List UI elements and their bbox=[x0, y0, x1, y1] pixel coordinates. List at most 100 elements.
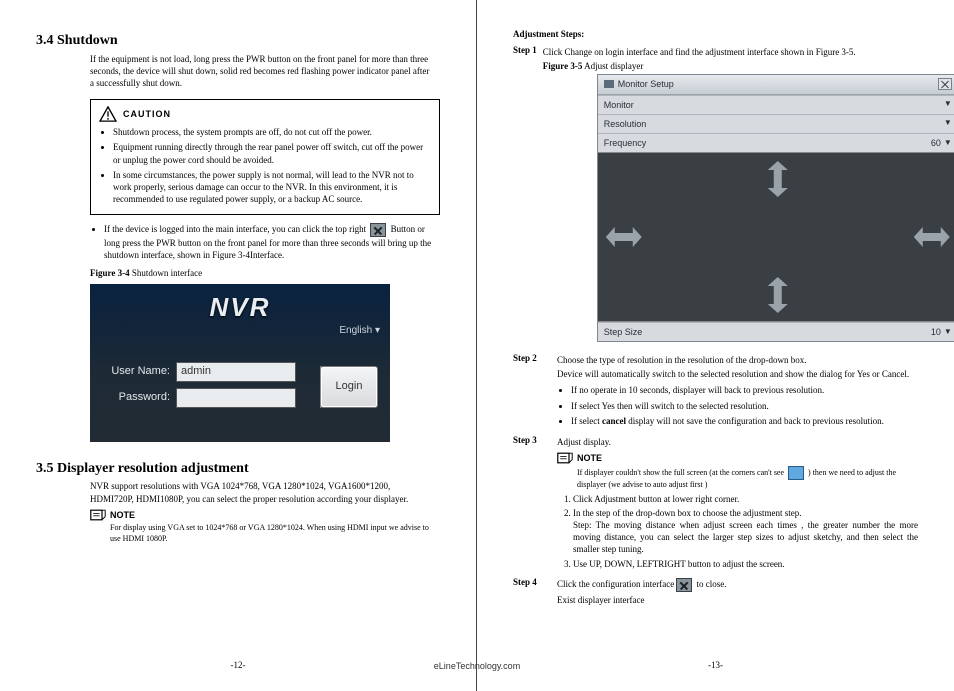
page-number: -12- bbox=[231, 659, 246, 671]
text: Exist displayer interface bbox=[557, 594, 918, 606]
chevron-down-icon: ▼ bbox=[944, 118, 952, 129]
after-caution-item: If the device is logged into the main in… bbox=[104, 223, 440, 261]
text: If the device is logged into the main in… bbox=[104, 224, 366, 234]
nvr-logo: NVR bbox=[90, 290, 390, 325]
step-size-dropdown[interactable]: Step Size 10▼ bbox=[598, 322, 954, 341]
list-item: Use UP, DOWN, LEFTRIGHT button to adjust… bbox=[573, 558, 918, 570]
value: ▼ bbox=[944, 99, 952, 110]
text: to close. bbox=[694, 579, 726, 589]
step2-list: If no operate in 10 seconds, displayer w… bbox=[571, 384, 918, 426]
language-dropdown[interactable]: English bbox=[339, 324, 380, 338]
note-text: For display using VGA set to 1024*768 or… bbox=[110, 523, 434, 545]
figure-title: Adjust displayer bbox=[582, 61, 643, 71]
figure-3-5-caption: Figure 3-5 Adjust displayer bbox=[543, 60, 954, 72]
freq-value: 60 bbox=[931, 137, 941, 149]
figure-3-4-caption: Figure 3-4 Shutdown interface bbox=[90, 267, 440, 279]
list-item: If select Yes then will switch to the se… bbox=[571, 400, 918, 412]
note-header: NOTE bbox=[557, 452, 918, 464]
caution-box: CAUTION Shutdown process, the system pro… bbox=[90, 99, 440, 215]
after-caution: If the device is logged into the main in… bbox=[90, 223, 440, 261]
monitor-icon bbox=[788, 466, 804, 480]
page-number: -13- bbox=[708, 659, 723, 671]
chevron-down-icon: ▼ bbox=[944, 99, 952, 110]
list-item: If no operate in 10 seconds, displayer w… bbox=[571, 384, 918, 396]
note-icon bbox=[557, 452, 573, 464]
note-icon bbox=[90, 509, 106, 521]
value: ▼ bbox=[944, 118, 952, 129]
nvr-login-screenshot: NVR English User Name: admin Password: L… bbox=[90, 284, 390, 442]
label: Monitor bbox=[604, 99, 634, 111]
list-item: If select cancel display will not save t… bbox=[571, 415, 918, 427]
chevron-down-icon: ▼ bbox=[944, 327, 952, 338]
arrow-up-down-icon[interactable] bbox=[768, 277, 788, 313]
caution-icon bbox=[99, 106, 117, 122]
value: 60▼ bbox=[931, 137, 952, 149]
shutdown-body: If the equipment is not load, long press… bbox=[90, 53, 434, 89]
note-header: NOTE bbox=[90, 509, 434, 521]
text: Click Change on login interface and find… bbox=[543, 46, 954, 58]
username-row: User Name: admin bbox=[104, 362, 296, 382]
password-label: Password: bbox=[104, 390, 170, 405]
monitor-setup-screenshot: Monitor Setup Monitor ▼ Resolution ▼ bbox=[597, 74, 954, 342]
text: Choose the type of resolution in the res… bbox=[557, 354, 918, 366]
text: Device will automatically switch to the … bbox=[557, 368, 918, 380]
monitor-setup-titlebar: Monitor Setup bbox=[598, 75, 954, 94]
list-item: In the step of the drop-down box to choo… bbox=[573, 507, 918, 556]
monitor-dropdown[interactable]: Monitor ▼ bbox=[598, 95, 954, 114]
caution-item: In some circumstances, the power supply … bbox=[113, 169, 431, 205]
text: Click the configuration interface bbox=[557, 579, 674, 589]
login-button[interactable]: Login bbox=[320, 366, 378, 408]
value: 10▼ bbox=[931, 326, 952, 338]
heading-shutdown: 3.4 Shutdown bbox=[36, 32, 440, 51]
caution-label: CAUTION bbox=[123, 108, 171, 120]
shutdown-paragraph: If the equipment is not load, long press… bbox=[90, 53, 434, 89]
close-icon[interactable] bbox=[938, 78, 952, 90]
monitor-icon bbox=[604, 80, 614, 88]
label: Step Size bbox=[604, 326, 643, 338]
caution-header: CAUTION bbox=[99, 106, 431, 122]
arrow-left-right-icon[interactable] bbox=[606, 227, 642, 247]
title-text: Monitor Setup bbox=[618, 78, 674, 90]
frequency-dropdown[interactable]: Frequency 60▼ bbox=[598, 133, 954, 152]
close-icon bbox=[370, 223, 386, 237]
arrow-up-down-icon[interactable] bbox=[768, 161, 788, 197]
step-label: Step 2 bbox=[513, 352, 551, 430]
figure-label: Figure 3-5 bbox=[543, 61, 583, 71]
password-row: Password: bbox=[104, 388, 296, 408]
close-icon bbox=[676, 578, 692, 592]
step-content: Adjust display. NOTE If displayer couldn… bbox=[557, 434, 918, 572]
note-label: NOTE bbox=[110, 509, 135, 521]
text: Step: The moving distance when adjust sc… bbox=[573, 519, 918, 555]
password-input[interactable] bbox=[176, 388, 296, 408]
adjust-canvas bbox=[598, 152, 954, 322]
username-input[interactable]: admin bbox=[176, 362, 296, 382]
step-label: Step 1 bbox=[513, 44, 537, 342]
list-item: Click Adjustment button at lower right c… bbox=[573, 493, 918, 505]
note-text: If displayer couldn't show the full scre… bbox=[577, 466, 918, 491]
step-content: Click the configuration interface to clo… bbox=[557, 576, 918, 608]
step-2: Step 2 Choose the type of resolution in … bbox=[513, 352, 918, 430]
after-caution-list: If the device is logged into the main in… bbox=[104, 223, 440, 261]
heading-displayer: 3.5 Displayer resolution adjustment bbox=[36, 460, 440, 479]
caution-item: Shutdown process, the system prompts are… bbox=[113, 126, 431, 138]
step-4: Step 4 Click the configuration interface… bbox=[513, 576, 918, 608]
figure-label: Figure 3-4 bbox=[90, 268, 130, 278]
note-label: NOTE bbox=[577, 452, 602, 464]
step-content: Choose the type of resolution in the res… bbox=[557, 352, 918, 430]
text: In the step of the drop-down box to choo… bbox=[573, 508, 801, 518]
step-value: 10 bbox=[931, 326, 941, 338]
page-13: Adjustment Steps: Step 1 Click Change on… bbox=[477, 0, 954, 691]
text: If displayer couldn't show the full scre… bbox=[577, 468, 784, 477]
adjustment-steps-heading: Adjustment Steps: bbox=[513, 28, 918, 40]
chevron-down-icon: ▼ bbox=[944, 138, 952, 149]
resolution-dropdown[interactable]: Resolution ▼ bbox=[598, 114, 954, 133]
steps: Step 1 Click Change on login interface a… bbox=[513, 44, 918, 608]
username-label: User Name: bbox=[104, 364, 170, 379]
step-3: Step 3 Adjust display. NOTE If displayer… bbox=[513, 434, 918, 572]
figure-title: Shutdown interface bbox=[130, 268, 202, 278]
displayer-paragraph: NVR support resolutions with VGA 1024*76… bbox=[90, 480, 434, 504]
arrow-left-right-icon[interactable] bbox=[914, 227, 950, 247]
step-1: Step 1 Click Change on login interface a… bbox=[513, 44, 918, 342]
page-12: 3.4 Shutdown If the equipment is not loa… bbox=[0, 0, 477, 691]
step-label: Step 4 bbox=[513, 576, 551, 608]
